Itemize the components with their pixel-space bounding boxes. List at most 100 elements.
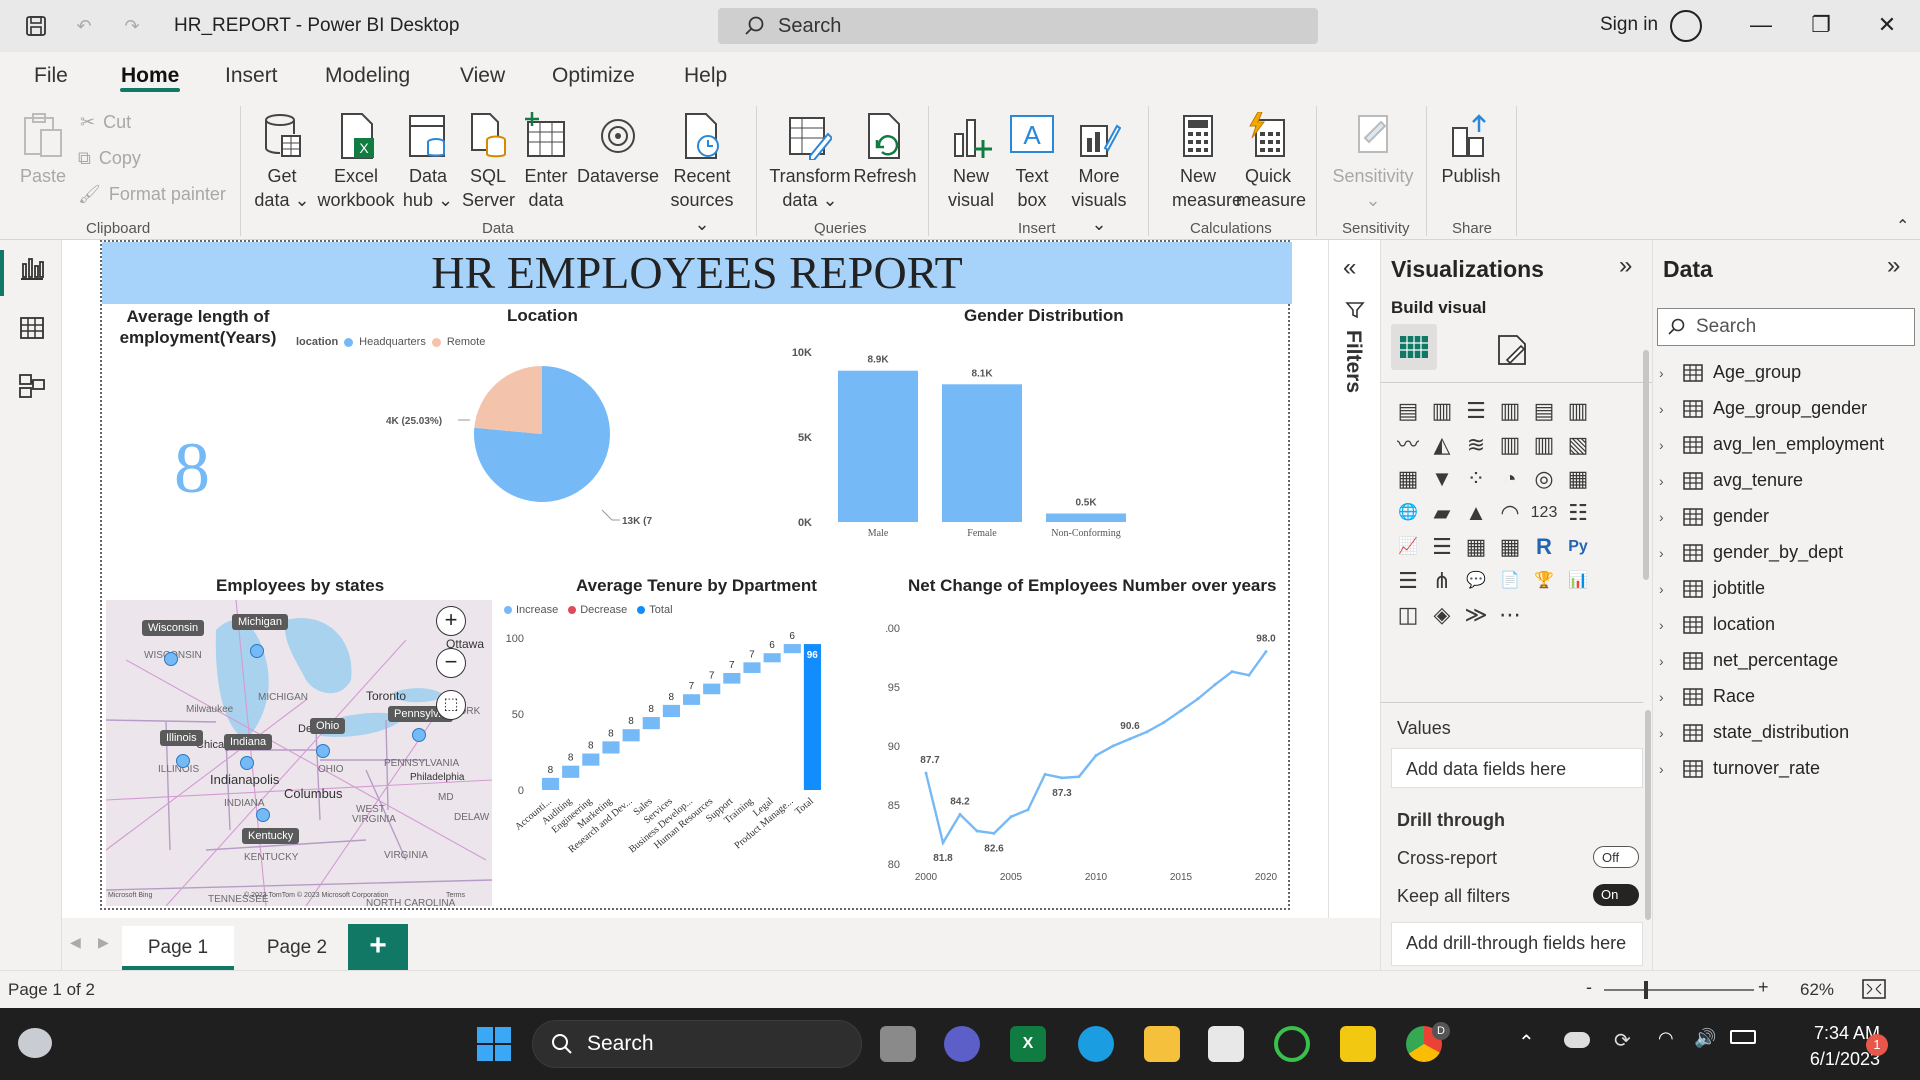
wifi-icon[interactable]: ◠ <box>1658 1028 1674 1049</box>
decomposition-tree-icon[interactable]: ⋔ <box>1427 566 1457 596</box>
100pct-bar-icon[interactable]: ▤ <box>1529 396 1559 426</box>
publish-button[interactable]: Publish <box>1438 112 1504 188</box>
waterfall-bar[interactable] <box>662 704 680 718</box>
zoom-out-button[interactable]: - <box>1586 977 1592 998</box>
windows-start-icon[interactable] <box>476 1026 512 1062</box>
chevron-right-icon[interactable]: › <box>1659 689 1675 705</box>
netchange-line-chart[interactable]: 80 85 90 95 100 2000 2005 2010 2015 2020 87.7 81.8 8… <box>886 594 1286 906</box>
recent-sources-button[interactable]: Recent sources ⌄ <box>664 112 740 236</box>
legend-headquarters[interactable]: Headquarters <box>359 336 426 348</box>
fit-to-page-icon[interactable] <box>1862 979 1886 999</box>
waterfall-bar[interactable] <box>743 662 761 673</box>
waterfall-bar[interactable] <box>803 644 821 790</box>
area-chart-icon[interactable]: ◭ <box>1427 430 1457 460</box>
legend-decrease[interactable]: Decrease <box>580 604 627 616</box>
chevron-right-icon[interactable]: › <box>1659 617 1675 633</box>
onedrive-icon[interactable] <box>1564 1032 1590 1048</box>
field-table-item[interactable]: › Age_group_gender <box>1653 398 1867 419</box>
line-point[interactable] <box>1043 772 1047 776</box>
values-well[interactable]: Add data fields here <box>1391 748 1643 788</box>
sync-icon[interactable]: ⟳ <box>1614 1028 1631 1053</box>
waterfall-bar[interactable] <box>703 683 721 695</box>
restore-icon[interactable]: ❐ <box>1806 12 1836 38</box>
map-zoom-out-icon[interactable]: − <box>436 648 466 678</box>
location-pie-chart[interactable]: 4K (25.03%) 13K (74.97%) <box>372 352 652 552</box>
azure-map-icon[interactable]: ▲ <box>1461 498 1491 528</box>
gender-bar[interactable] <box>1046 513 1126 523</box>
gender-bar[interactable] <box>838 370 918 522</box>
excel-app-icon[interactable]: X <box>1010 1026 1046 1062</box>
drill-through-well[interactable]: Add drill-through fields here <box>1391 922 1643 966</box>
line-point[interactable] <box>1077 775 1081 779</box>
paste-button[interactable]: Paste <box>18 112 68 188</box>
new-measure-button[interactable]: New measure <box>1172 112 1242 212</box>
chevron-right-icon[interactable]: › <box>1659 725 1675 741</box>
sql-server-button[interactable]: SQL Server <box>462 112 515 212</box>
more-visuals-icon[interactable]: ⋯ <box>1495 600 1525 630</box>
menu-modeling[interactable]: Modeling <box>325 64 410 88</box>
file-explorer-icon[interactable] <box>1144 1026 1180 1062</box>
notification-badge[interactable]: 1 <box>1866 1034 1888 1056</box>
menu-help[interactable]: Help <box>684 64 727 88</box>
states-map[interactable]: WISCONSINMilwaukee MICHIGANToronto Ottaw… <box>106 600 492 906</box>
field-table-item[interactable]: › Race <box>1653 686 1755 707</box>
chevron-right-icon[interactable]: › <box>1659 401 1675 417</box>
undo-icon[interactable]: ↶ <box>72 14 96 38</box>
waterfall-bar[interactable] <box>763 653 781 663</box>
copy-button[interactable]: ⧉ Copy <box>78 148 141 169</box>
map-bubble[interactable] <box>316 744 330 758</box>
map-bubble[interactable] <box>176 754 190 768</box>
map-zoom-in-icon[interactable]: + <box>436 606 466 636</box>
pie-slice-remote[interactable] <box>474 366 542 434</box>
legend-increase[interactable]: Increase <box>516 604 558 616</box>
paginated-report-icon[interactable]: 📊 <box>1563 566 1593 596</box>
treemap-icon[interactable]: ▦ <box>1563 464 1593 494</box>
field-table-item[interactable]: › gender_by_dept <box>1653 542 1843 563</box>
field-table-item[interactable]: › state_distribution <box>1653 722 1849 743</box>
minimize-icon[interactable]: — <box>1746 12 1776 38</box>
new-visual-button[interactable]: New visual <box>942 112 1000 212</box>
data-search-input[interactable]: Search <box>1657 308 1915 346</box>
100pct-column-icon[interactable]: ▥ <box>1563 396 1593 426</box>
next-page-icon[interactable]: ▶ <box>98 934 109 951</box>
chevron-right-icon[interactable]: › <box>1659 437 1675 453</box>
stacked-column-icon[interactable]: ▥ <box>1427 396 1457 426</box>
tray-overflow-icon[interactable]: ⌃ <box>1518 1030 1535 1055</box>
field-table-item[interactable]: › net_percentage <box>1653 650 1838 671</box>
format-visual-icon[interactable] <box>1495 332 1531 368</box>
field-table-item[interactable]: › location <box>1653 614 1775 635</box>
zoom-slider-track[interactable] <box>1604 989 1754 991</box>
data-hub-button[interactable]: Data hub ⌄ <box>400 112 456 212</box>
menu-insert[interactable]: Insert <box>225 64 278 88</box>
line-point[interactable] <box>1247 673 1251 677</box>
waterfall-bar[interactable] <box>602 741 620 754</box>
power-automate-icon[interactable]: ≫ <box>1461 600 1491 630</box>
save-icon[interactable] <box>24 14 48 38</box>
refresh-button[interactable]: Refresh <box>852 112 918 188</box>
line-clustered-icon[interactable]: ▥ <box>1529 430 1559 460</box>
scatter-icon[interactable]: ⁘ <box>1461 464 1491 494</box>
line-point[interactable] <box>1213 683 1217 687</box>
zoom-slider-thumb[interactable] <box>1644 981 1648 999</box>
field-table-item[interactable]: › gender <box>1653 506 1769 527</box>
line-point[interactable] <box>1264 650 1268 654</box>
chevron-right-icon[interactable]: › <box>1659 761 1675 777</box>
menu-optimize[interactable]: Optimize <box>552 64 635 88</box>
filled-map-icon[interactable]: ▰ <box>1427 498 1457 528</box>
line-point[interactable] <box>1128 737 1132 741</box>
qa-icon[interactable]: 💬 <box>1461 566 1491 596</box>
field-table-item[interactable]: › avg_tenure <box>1653 470 1803 491</box>
keep-filters-toggle[interactable]: On <box>1593 884 1639 906</box>
filters-pane-collapsed[interactable]: « Filters <box>1328 240 1380 918</box>
gauge-icon[interactable]: ◠ <box>1495 498 1525 528</box>
weather-icon[interactable] <box>18 1028 52 1058</box>
menu-view[interactable]: View <box>460 64 505 88</box>
title-search-input[interactable]: Search <box>718 8 1318 44</box>
text-box-button[interactable]: A Text box <box>1004 112 1060 212</box>
collapse-right-icon[interactable]: » <box>1887 252 1900 280</box>
battery-icon[interactable] <box>1730 1030 1756 1044</box>
multirow-card-icon[interactable]: ☷ <box>1563 498 1593 528</box>
card-value[interactable]: 8 <box>174 427 210 510</box>
avatar-icon[interactable] <box>1670 10 1702 42</box>
table-icon[interactable]: ▦ <box>1461 532 1491 562</box>
